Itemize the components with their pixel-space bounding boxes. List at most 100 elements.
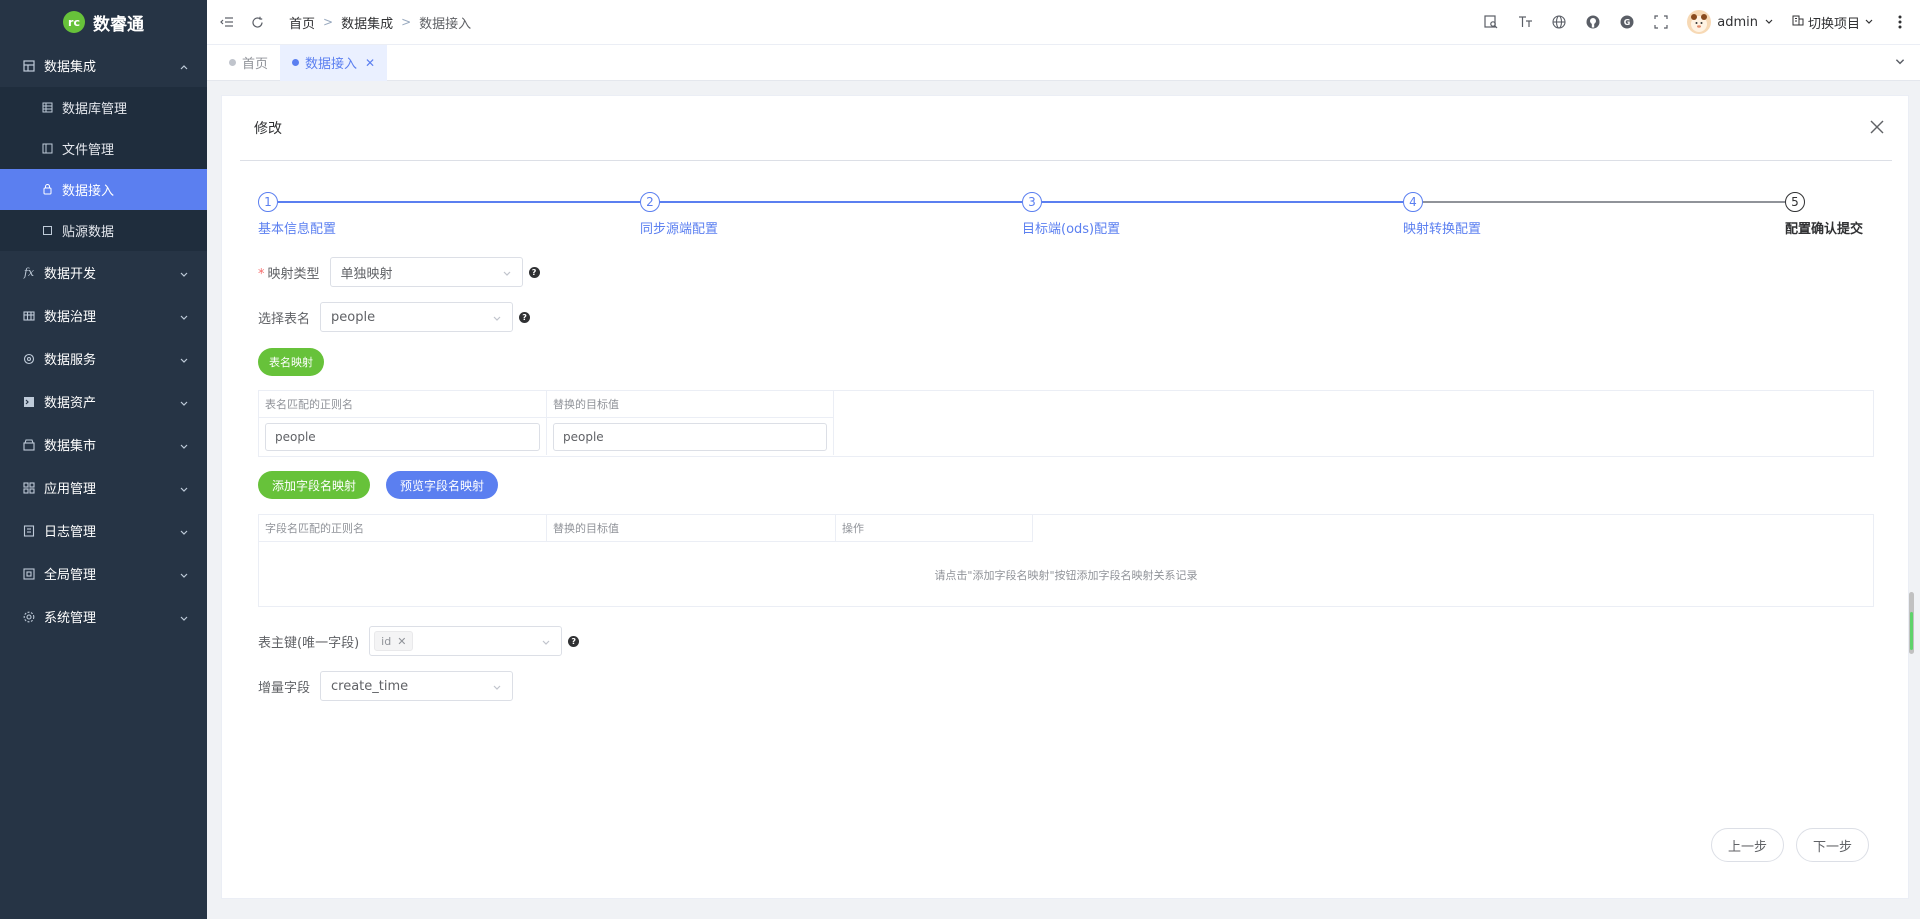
sidebar-item-source-data[interactable]: 贴源数据 (0, 210, 207, 251)
fullscreen-icon[interactable] (1653, 14, 1669, 30)
image-search-icon[interactable] (1483, 14, 1499, 30)
primary-key-select[interactable]: id ✕ (369, 626, 563, 656)
sidebar-group-data-service[interactable]: 数据服务 (0, 337, 207, 380)
avatar (1687, 10, 1712, 34)
gitee-icon[interactable]: G (1619, 14, 1635, 30)
sidebar-item-data-access[interactable]: 数据接入 (0, 169, 207, 210)
mapping-type-row: * 映射类型 单独映射 ? (258, 257, 540, 287)
app-name: 数睿通 (93, 14, 144, 35)
chevron-down-icon (502, 267, 512, 277)
close-icon[interactable] (1870, 120, 1886, 136)
tag-dot (229, 59, 236, 66)
sidebar-group-data-governance[interactable]: 数据治理 (0, 294, 207, 337)
chevron-down-icon (179, 440, 189, 450)
previous-step-button[interactable]: 上一步 (1711, 828, 1785, 862)
font-size-icon[interactable] (1517, 14, 1533, 30)
preview-field-mapping-button[interactable]: 预览字段名映射 (386, 471, 499, 499)
step-connector (660, 201, 1022, 203)
logo-mark-icon: rc (63, 11, 85, 33)
building-icon (1792, 14, 1804, 30)
sidebar-group-label: 系统管理 (44, 611, 97, 626)
tag-dot (292, 59, 300, 66)
user-menu[interactable]: admin (1687, 10, 1774, 34)
step-connector (1423, 201, 1785, 203)
sidebar-group-label: 数据服务 (44, 353, 97, 368)
sidebar-group-app-management[interactable]: 应用管理 (0, 466, 207, 509)
refresh-icon[interactable] (249, 14, 265, 30)
tag-home[interactable]: 首页 (217, 45, 280, 81)
chevron-down-icon (179, 483, 189, 493)
close-icon[interactable]: ✕ (365, 56, 375, 70)
fx-icon: fx (23, 266, 35, 279)
add-field-mapping-button[interactable]: 添加字段名映射 (258, 471, 371, 499)
sidebar-item-file-management[interactable]: 文件管理 (0, 128, 207, 169)
top-navbar: 首页 > 数据集成 > 数据接入 G admin 切换项目 (207, 0, 1920, 44)
sidebar-group-label: 日志管理 (44, 525, 97, 540)
required-mark: * (258, 266, 265, 282)
tag-label: 首页 (242, 57, 269, 72)
sidebar-group-data-market[interactable]: 数据集市 (0, 423, 207, 466)
table-name-select[interactable]: people (320, 302, 514, 332)
language-icon[interactable] (1551, 14, 1567, 30)
step-2-icon: 2 (640, 192, 660, 212)
sidebar-group-label: 应用管理 (44, 482, 97, 497)
dialog-header: 修改 (240, 96, 1892, 161)
chevron-down-icon (541, 636, 551, 646)
table-row: people people (259, 418, 834, 455)
sidebar-submenu: 数据库管理 文件管理 数据接入 贴源数据 (0, 87, 207, 251)
breadcrumb-home[interactable]: 首页 (289, 13, 315, 32)
column-header: 表名匹配的正则名 (259, 391, 547, 417)
chevron-down-icon (492, 312, 502, 322)
app-logo[interactable]: rc 数睿通 (0, 0, 207, 44)
help-icon[interactable]: ? (528, 266, 540, 278)
target-input[interactable]: people (553, 422, 827, 451)
mapping-type-value: 单独映射 (340, 266, 393, 282)
sidebar-group-data-integration[interactable]: 数据集成 (0, 44, 207, 87)
table-name-label: 选择表名 (258, 311, 311, 327)
table-header: 字段名匹配的正则名 替换的目标值 操作 (259, 515, 1033, 542)
incremental-field-select[interactable]: create_time (320, 671, 514, 701)
column-header: 字段名匹配的正则名 (259, 515, 547, 541)
sidebar-group-log-management[interactable]: 日志管理 (0, 509, 207, 552)
tag-label: 数据接入 (305, 57, 358, 72)
step-5-title: 配置确认提交 (1785, 222, 1864, 237)
sidebar-item-database-management[interactable]: 数据库管理 (0, 87, 207, 128)
log-icon (22, 524, 36, 538)
sidebar-group-label: 数据开发 (44, 267, 97, 282)
help-icon[interactable]: ? (519, 311, 531, 323)
sidebar-group-label: 数据集成 (44, 60, 97, 75)
close-icon[interactable]: ✕ (397, 635, 406, 648)
primary-key-tag: id ✕ (374, 631, 414, 651)
next-step-button[interactable]: 下一步 (1796, 828, 1870, 862)
mapping-type-select[interactable]: 单独映射 (329, 257, 523, 287)
regex-input[interactable]: people (265, 422, 540, 451)
table-name-value: people (331, 309, 376, 325)
sidebar-group-data-assets[interactable]: 数据资产 (0, 380, 207, 423)
table-mapping-button[interactable]: 表名映射 (258, 348, 324, 376)
github-icon[interactable] (1585, 14, 1601, 30)
chevron-down-icon[interactable] (1894, 55, 1908, 69)
more-vertical-icon[interactable] (1892, 14, 1908, 30)
sidebar-group-label: 数据治理 (44, 310, 97, 325)
incremental-field-row: 增量字段 create_time (258, 671, 514, 701)
menu-fold-icon[interactable] (219, 14, 235, 30)
user-name: admin (1717, 14, 1758, 30)
help-icon[interactable]: ? (568, 635, 580, 647)
sidebar-group-data-development[interactable]: fx 数据开发 (0, 251, 207, 294)
table-icon (22, 309, 36, 323)
sidebar-item-label: 贴源数据 (62, 225, 115, 240)
chevron-down-icon (179, 311, 189, 321)
breadcrumb-data-integration[interactable]: 数据集成 (341, 13, 393, 32)
empty-text: 请点击"添加字段名映射"按钮添加字段名映射关系记录 (934, 569, 1198, 582)
breadcrumb-separator-icon: > (323, 15, 334, 29)
sidebar-group-label: 数据资产 (44, 396, 97, 411)
sidebar-group-system-management[interactable]: 系统管理 (0, 595, 207, 638)
step-2-title: 同步源端配置 (640, 222, 719, 237)
tags-view: 首页 数据接入 ✕ (207, 44, 1920, 81)
sidebar: rc 数睿通 数据集成 数据库管理 文件管理 数据接入 贴源数据 fx 数据开发 (0, 0, 207, 919)
apps-icon (22, 481, 36, 495)
switch-project-menu[interactable]: 切换项目 (1792, 13, 1874, 32)
tag-data-access[interactable]: 数据接入 ✕ (280, 44, 388, 81)
sidebar-group-global-management[interactable]: 全局管理 (0, 552, 207, 595)
dialog-title: 修改 (254, 121, 282, 137)
